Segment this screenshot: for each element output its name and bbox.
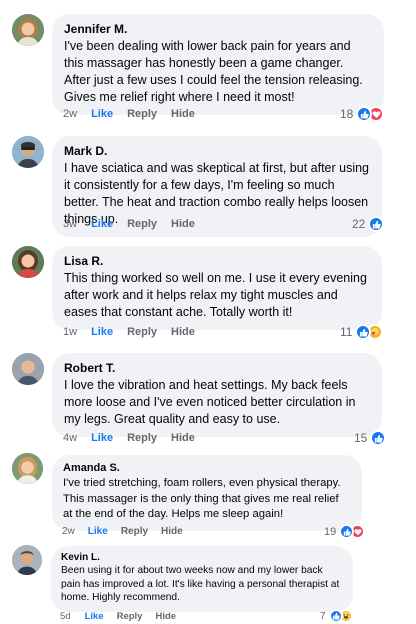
comment-time[interactable]: 2w: [62, 526, 75, 537]
comment-author[interactable]: Amanda S.: [63, 462, 351, 474]
comment-actions: 4w Like Reply Hide: [63, 432, 195, 444]
woman-avatar-icon: [12, 453, 43, 484]
woman-avatar-icon: [12, 14, 44, 46]
comment-actions: 1w Like Reply Hide: [63, 326, 195, 338]
avatar[interactable]: [12, 136, 44, 168]
reaction-count: 7: [320, 610, 326, 622]
comment-actions: 5d Like Reply Hide: [60, 611, 176, 622]
like-button[interactable]: Like: [91, 432, 113, 444]
like-button[interactable]: Like: [85, 611, 104, 622]
comment-text: I've been dealing with lower back pain f…: [64, 39, 363, 104]
comment-time[interactable]: 4w: [63, 432, 77, 444]
comment-text: Been using it for about two weeks now an…: [61, 565, 340, 603]
comment-author[interactable]: Kevin L.: [61, 552, 343, 563]
comment-text: I've tried stretching, foam rollers, eve…: [63, 477, 341, 520]
avatar[interactable]: [12, 14, 44, 46]
woman-avatar-icon: [12, 246, 44, 278]
comment-text: I love the vibration and heat settings. …: [64, 378, 356, 426]
like-button[interactable]: Like: [91, 108, 113, 120]
comment-actions: 2w Like Reply Hide: [62, 526, 183, 537]
comment-time[interactable]: 3w: [63, 218, 77, 230]
reaction-summary[interactable]: 19: [324, 524, 366, 539]
comment-time[interactable]: 2w: [63, 108, 77, 120]
reaction-count: 15: [354, 431, 368, 445]
comment-author[interactable]: Lisa R.: [64, 254, 370, 268]
comment-bubble: Lisa R. This thing worked so well on me.…: [52, 246, 382, 330]
comment-actions: 2w Like Reply Hide: [63, 108, 195, 120]
reaction-summary[interactable]: 11: [340, 324, 384, 340]
reaction-summary[interactable]: 15: [354, 430, 387, 446]
avatar[interactable]: [12, 545, 42, 575]
like-reaction-icon: [328, 609, 343, 623]
comment-bubble: Robert T. I love the vibration and heat …: [52, 353, 382, 437]
comment-author[interactable]: Jennifer M.: [64, 22, 372, 36]
reaction-count: 11: [340, 325, 353, 339]
like-button[interactable]: Like: [88, 526, 108, 537]
man-avatar-icon: [12, 353, 44, 385]
hide-button[interactable]: Hide: [155, 611, 176, 622]
like-button[interactable]: Like: [91, 218, 113, 230]
hide-button[interactable]: Hide: [171, 326, 195, 338]
like-reaction-icon: [368, 216, 385, 232]
man-avatar-icon: [12, 545, 42, 575]
reaction-count: 18: [340, 107, 354, 121]
comment-author[interactable]: Mark D.: [64, 144, 370, 158]
reaction-summary[interactable]: 18: [340, 106, 385, 122]
reaction-count: 22: [352, 217, 366, 231]
reply-button[interactable]: Reply: [127, 432, 157, 444]
comment-text: This thing worked so well on me. I use i…: [64, 271, 367, 319]
hide-button[interactable]: Hide: [161, 526, 183, 537]
comment-time[interactable]: 1w: [63, 326, 77, 338]
comment-author[interactable]: Robert T.: [64, 361, 370, 375]
hide-button[interactable]: Hide: [171, 432, 195, 444]
comment-bubble: Kevin L. Been using it for about two wee…: [51, 546, 353, 612]
hide-button[interactable]: Hide: [171, 218, 195, 230]
avatar[interactable]: [12, 453, 43, 484]
like-reaction-icon: [370, 430, 387, 446]
reply-button[interactable]: Reply: [127, 218, 157, 230]
comment-bubble: Jennifer M. I've been dealing with lower…: [52, 14, 384, 115]
comment-actions: 3w Like Reply Hide: [63, 218, 195, 230]
man-avatar-icon: [12, 136, 44, 168]
reply-button[interactable]: Reply: [121, 526, 148, 537]
avatar[interactable]: [12, 246, 44, 278]
hide-button[interactable]: Hide: [171, 108, 195, 120]
reply-button[interactable]: Reply: [127, 326, 157, 338]
comment-bubble: Amanda S. I've tried stretching, foam ro…: [52, 455, 362, 531]
reaction-count: 19: [324, 525, 337, 538]
reply-button[interactable]: Reply: [117, 611, 143, 622]
avatar[interactable]: [12, 353, 44, 385]
reaction-summary[interactable]: 22: [352, 216, 385, 232]
reaction-summary[interactable]: 7: [320, 609, 353, 623]
reply-button[interactable]: Reply: [127, 108, 157, 120]
comment-time[interactable]: 5d: [60, 611, 71, 622]
like-button[interactable]: Like: [91, 326, 113, 338]
